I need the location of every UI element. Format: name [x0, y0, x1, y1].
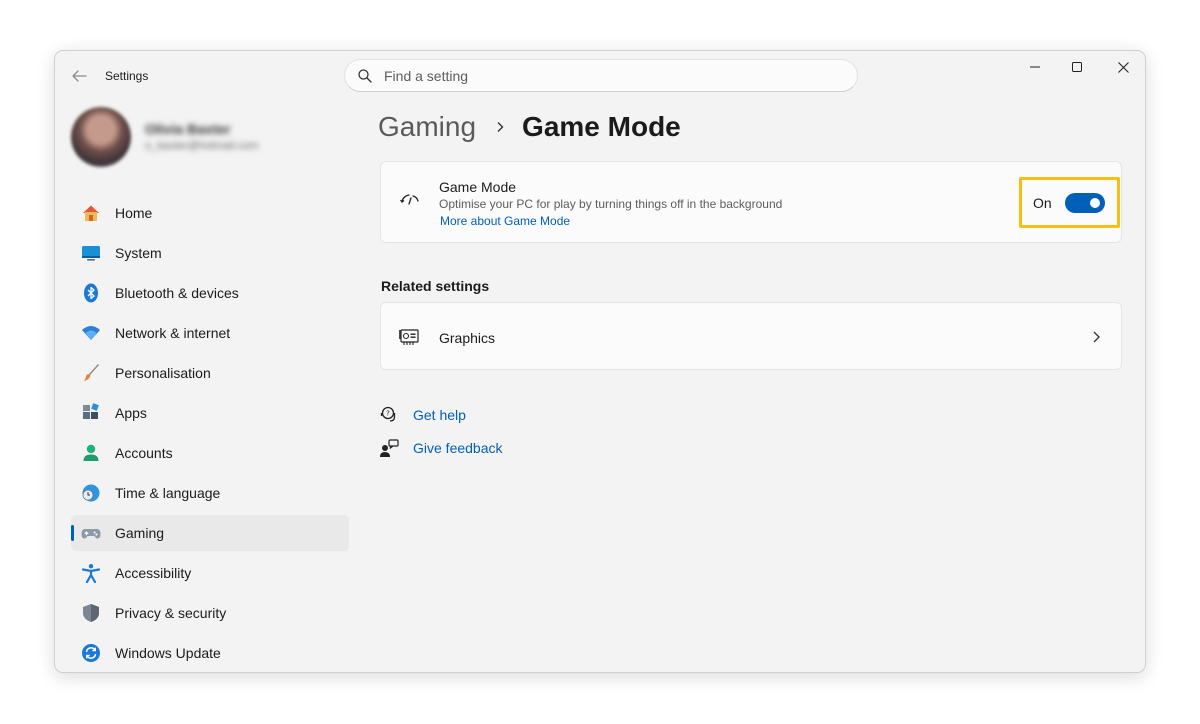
sidebar-item-home[interactable]: Home [71, 195, 349, 231]
sidebar-item-label: Windows Update [115, 645, 221, 661]
shield-icon [83, 604, 99, 622]
sidebar-item-label: Gaming [115, 525, 165, 541]
sidebar-item-personalisation[interactable]: Personalisation [71, 355, 349, 391]
graphics-card-icon [399, 329, 419, 345]
sidebar-item-time-language[interactable]: Time & language [71, 475, 349, 511]
chevron-right-icon [1093, 331, 1100, 343]
search-input[interactable] [384, 66, 834, 86]
search-icon [358, 69, 372, 83]
game-mode-description: Optimise your PC for play by turning thi… [439, 197, 783, 211]
sidebar-item-label: Accounts [115, 445, 173, 461]
apps-icon [83, 403, 99, 419]
sidebar-item-accessibility[interactable]: Accessibility [71, 555, 349, 591]
get-help-label: Get help [413, 407, 466, 423]
search-box[interactable] [344, 59, 858, 92]
help-headset-icon: ? [380, 406, 396, 422]
sidebar-item-windows-update[interactable]: Windows Update [71, 635, 349, 671]
game-mode-card: Game Mode Optimise your PC for play by t… [380, 161, 1122, 243]
sidebar-nav: Home System Bluetooth & devices Network … [71, 195, 349, 672]
sidebar-item-label: Privacy & security [115, 605, 227, 621]
sidebar-item-label: Bluetooth & devices [115, 285, 239, 301]
gamepad-icon [81, 529, 101, 539]
settings-window: Settings Olivia Baxter o_baxter@hotmail.… [54, 50, 1146, 673]
back-arrow-icon[interactable] [69, 67, 89, 85]
game-mode-gauge-icon [400, 194, 419, 205]
system-icon [82, 246, 100, 261]
breadcrumb: Gaming Game Mode [378, 109, 681, 145]
page-title: Game Mode [522, 111, 681, 142]
home-icon [83, 205, 99, 221]
brush-icon [84, 364, 99, 381]
related-settings-heading: Related settings [381, 278, 490, 294]
feedback-person-icon [380, 439, 399, 457]
game-mode-title: Game Mode [439, 179, 517, 195]
minimize-button[interactable] [1013, 57, 1057, 77]
give-feedback-label: Give feedback [413, 440, 503, 456]
sidebar-item-privacy[interactable]: Privacy & security [71, 595, 349, 631]
sidebar-item-gaming[interactable]: Gaming [71, 515, 349, 551]
sidebar-item-label: Home [115, 205, 153, 221]
accessibility-icon [81, 564, 101, 583]
get-help-link[interactable]: ? Get help [379, 404, 466, 426]
close-button[interactable] [1101, 57, 1145, 77]
sidebar-item-label: Accessibility [115, 565, 192, 581]
more-about-game-mode-link[interactable]: More about Game Mode [440, 214, 570, 228]
toggle-state-label: On [1033, 195, 1052, 211]
graphics-label: Graphics [439, 330, 496, 346]
sidebar-item-system[interactable]: System [71, 235, 349, 271]
sidebar-item-network[interactable]: Network & internet [71, 315, 349, 351]
user-email: o_baxter@hotmail.com [145, 140, 259, 152]
sidebar-item-label: Network & internet [115, 325, 231, 341]
accounts-icon [83, 444, 99, 461]
graphics-link-card[interactable]: Graphics [380, 302, 1122, 370]
svg-text:?: ? [386, 410, 390, 418]
maximize-icon [1072, 62, 1082, 72]
give-feedback-link[interactable]: Give feedback [379, 437, 503, 459]
maximize-button[interactable] [1055, 57, 1099, 77]
wifi-icon [82, 326, 100, 340]
game-mode-toggle[interactable] [1065, 193, 1105, 213]
sidebar-item-label: Apps [115, 405, 147, 421]
sidebar-item-bluetooth[interactable]: Bluetooth & devices [71, 275, 349, 311]
update-icon [82, 644, 100, 662]
sidebar-item-label: Time & language [115, 485, 221, 501]
sidebar-item-label: Personalisation [115, 365, 211, 381]
app-title: Settings [105, 69, 149, 83]
sidebar-item-label: System [115, 245, 162, 261]
minimize-icon [1030, 66, 1040, 68]
bluetooth-icon [84, 283, 98, 303]
avatar[interactable] [71, 107, 131, 167]
user-name: Olivia Baxter [145, 121, 231, 137]
sidebar-item-accounts[interactable]: Accounts [71, 435, 349, 471]
time-language-icon [82, 484, 100, 502]
chevron-right-icon [497, 122, 504, 132]
close-icon [1117, 61, 1129, 73]
sidebar-item-apps[interactable]: Apps [71, 395, 349, 431]
breadcrumb-parent-link[interactable]: Gaming [378, 111, 476, 143]
toggle-knob [1090, 198, 1100, 208]
